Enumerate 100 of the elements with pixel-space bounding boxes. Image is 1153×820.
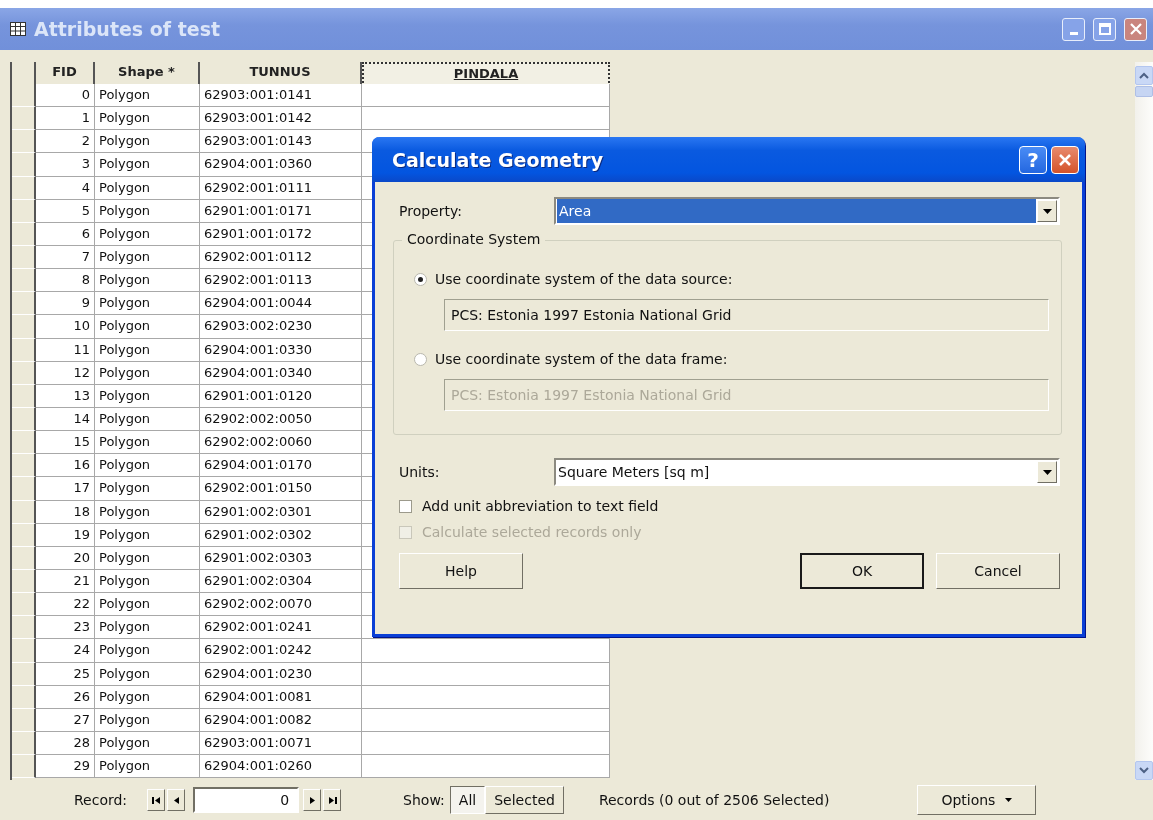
table-cell: 62902:001:0241 (200, 616, 362, 640)
row-selector[interactable] (12, 523, 36, 547)
dialog-button[interactable]: Help (399, 553, 523, 589)
table-cell: 14 (36, 407, 95, 432)
help-button[interactable]: ? (1019, 145, 1047, 174)
row-selector[interactable] (12, 153, 36, 177)
first-record-button[interactable] (147, 789, 166, 811)
close-button[interactable] (1124, 17, 1147, 41)
column-header[interactable]: PINDALA (362, 62, 610, 86)
table-cell: 17 (36, 477, 95, 501)
dialog-button[interactable]: Cancel (936, 553, 1060, 589)
table-cell: 62903:002:0230 (200, 315, 362, 339)
row-selector[interactable] (12, 662, 36, 686)
table-cell: Polygon (95, 130, 200, 154)
table-cell: 62903:001:0143 (200, 130, 362, 154)
property-dropdown[interactable]: Area (554, 197, 1060, 225)
row-selector[interactable] (12, 616, 36, 640)
table-cell: Polygon (95, 315, 200, 339)
table-cell: Polygon (95, 407, 200, 432)
scrollbar[interactable] (1135, 62, 1153, 780)
row-selector[interactable] (12, 107, 36, 131)
table-cell: Polygon (95, 616, 200, 640)
previous-record-button[interactable] (167, 789, 186, 811)
table-cell: Polygon (95, 731, 200, 756)
table-cell: 62904:001:0360 (200, 153, 362, 177)
row-selector[interactable] (12, 222, 36, 246)
table-icon (10, 22, 26, 36)
record-label: Record: (74, 792, 128, 808)
table-cell: Polygon (95, 107, 200, 131)
table-cell: 6 (36, 222, 95, 246)
row-selector[interactable] (12, 755, 36, 779)
row-selector[interactable] (12, 569, 36, 594)
options-button[interactable]: Options (917, 785, 1037, 815)
scroll-up-button[interactable] (1135, 66, 1153, 85)
table-cell: 24 (36, 639, 95, 663)
scroll-thumb[interactable] (1135, 86, 1153, 97)
coordinate-system-field: PCS: Estonia 1997 Estonia National Grid (444, 299, 1049, 331)
units-dropdown[interactable]: Square Meters [sq m] (554, 458, 1060, 486)
show-toggle-button[interactable]: Selected (485, 786, 564, 814)
table-cell: 62902:001:0113 (200, 269, 362, 293)
show-toggle-button[interactable]: All (449, 786, 486, 814)
checkbox-label: Calculate selected records only (422, 524, 642, 540)
table-cell: 22 (36, 593, 95, 617)
radio-button[interactable] (414, 272, 427, 286)
row-selector[interactable] (12, 454, 36, 478)
maximize-button[interactable] (1093, 17, 1116, 41)
radio-button[interactable] (414, 352, 427, 366)
table-cell: 62901:002:0304 (200, 569, 362, 594)
next-record-button[interactable] (303, 789, 322, 811)
table-cell: 29 (36, 755, 95, 779)
row-selector[interactable] (12, 315, 36, 339)
table-cell: 1 (36, 107, 95, 131)
row-selector[interactable] (12, 431, 36, 455)
radio-label: Use coordinate system of the data frame: (435, 351, 728, 367)
row-selector[interactable] (12, 199, 36, 223)
dropdown-arrow-icon (1042, 208, 1052, 214)
row-selector[interactable] (12, 500, 36, 524)
dialog-button[interactable]: OK (800, 553, 924, 589)
row-selector[interactable] (12, 338, 36, 362)
table-cell: 62902:001:0150 (200, 477, 362, 501)
row-selector[interactable] (12, 361, 36, 385)
row-selector[interactable] (12, 593, 36, 617)
table-cell: 15 (36, 431, 95, 455)
row-selector[interactable] (12, 384, 36, 408)
table-cell: 21 (36, 569, 95, 594)
table-cell: Polygon (95, 662, 200, 686)
scroll-down-button[interactable] (1135, 761, 1153, 780)
table-cell: 12 (36, 361, 95, 385)
table-cell: 62901:002:0301 (200, 500, 362, 524)
row-selector[interactable] (12, 685, 36, 709)
row-selector[interactable] (12, 731, 36, 756)
row-selector[interactable] (12, 292, 36, 316)
table-cell: 0 (36, 84, 95, 108)
table-cell: 25 (36, 662, 95, 686)
record-number-field[interactable]: 0 (193, 787, 300, 813)
table-cell: 62901:001:0171 (200, 199, 362, 223)
table-cell: 62904:001:0170 (200, 454, 362, 478)
window-title: Attributes of test (34, 18, 222, 40)
row-selector[interactable] (12, 269, 36, 293)
row-selector[interactable] (12, 84, 36, 108)
row-selector[interactable] (12, 176, 36, 200)
last-record-button[interactable] (323, 789, 342, 811)
table-cell: Polygon (95, 569, 200, 594)
units-label: Units: (399, 464, 441, 480)
minimize-button[interactable] (1062, 17, 1085, 41)
table-cell: 20 (36, 546, 95, 570)
row-selector[interactable] (12, 639, 36, 663)
row-selector[interactable] (12, 708, 36, 732)
table-cell: 28 (36, 731, 95, 756)
row-selector[interactable] (12, 130, 36, 154)
table-cell: Polygon (95, 685, 200, 709)
row-selector[interactable] (12, 546, 36, 570)
checkbox[interactable] (399, 499, 412, 513)
row-selector[interactable] (12, 246, 36, 270)
dialog-title: Calculate Geometry (392, 148, 605, 171)
row-selector[interactable] (12, 407, 36, 432)
property-label: Property: (399, 203, 463, 219)
previous-record-icon (171, 795, 181, 805)
row-selector[interactable] (12, 477, 36, 501)
table-cell: 62904:001:0330 (200, 338, 362, 362)
